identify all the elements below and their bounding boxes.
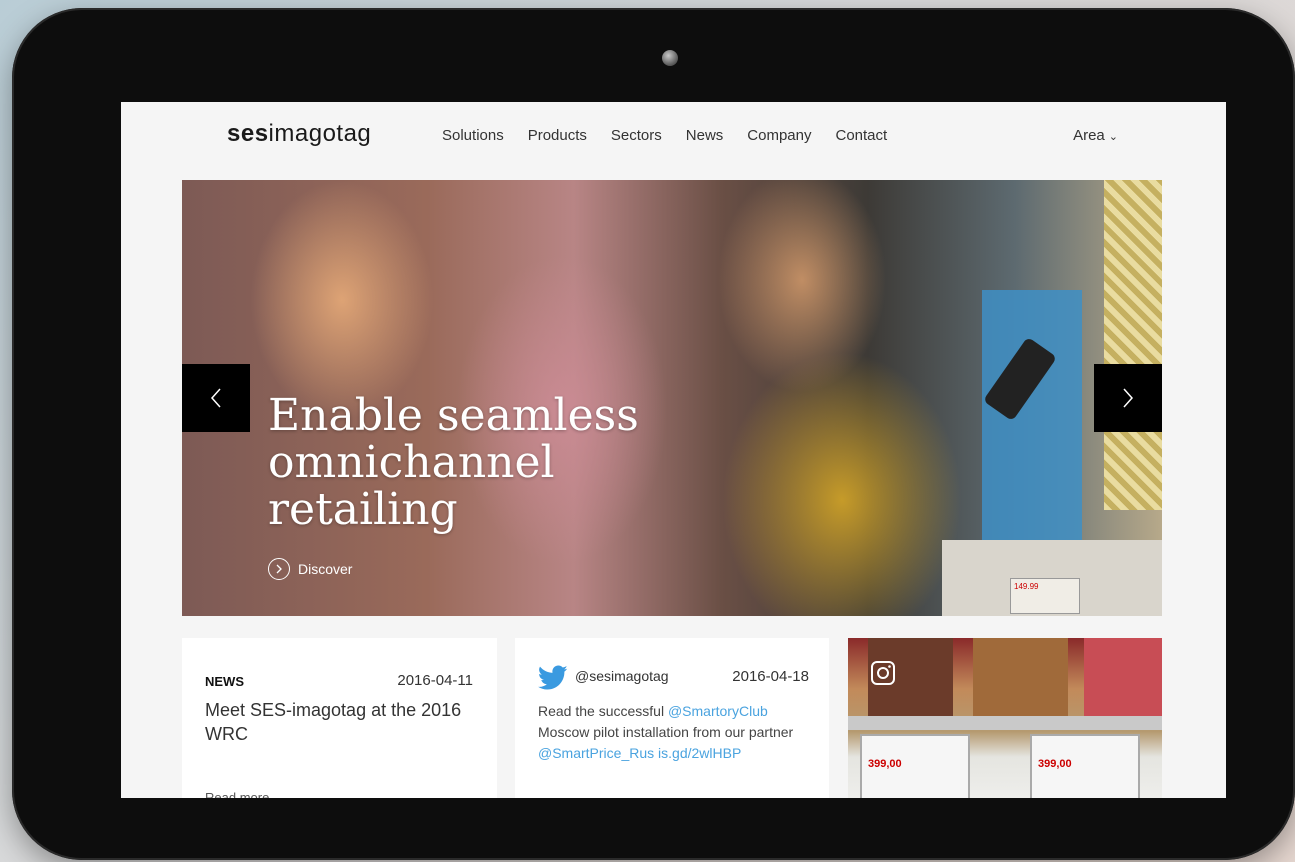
instagram-icon xyxy=(871,661,895,685)
hero-title: Enable seamless omnichannel retailing xyxy=(268,392,688,533)
hero-title-line: retailing xyxy=(268,484,458,535)
tweet-mention-link[interactable]: @SmartPrice_Rus xyxy=(538,745,654,761)
tweet-card: @sesimagotag 2016-04-18 Read the success… xyxy=(515,638,829,798)
discover-link[interactable]: Discover xyxy=(268,558,352,580)
hero-price-tag: 149.99 xyxy=(1010,578,1080,614)
nav-products[interactable]: Products xyxy=(528,127,587,144)
read-more-link[interactable]: Read more xyxy=(205,790,269,798)
shelf-rail xyxy=(848,716,1162,730)
chevron-down-icon: ⌄ xyxy=(1108,131,1118,143)
tweet-text: Moscow pilot installation from our partn… xyxy=(538,724,794,740)
hero-price: 149.99 xyxy=(1014,582,1039,591)
tablet-frame: sesimagotag Solutions Products Sectors N… xyxy=(12,8,1295,860)
chevron-right-icon xyxy=(1123,388,1134,408)
nav-solutions[interactable]: Solutions xyxy=(442,127,504,144)
camera-icon xyxy=(662,50,678,66)
area-selector[interactable]: Area ⌄ xyxy=(1073,127,1118,144)
product-box xyxy=(1084,638,1162,716)
tweet-date: 2016-04-18 xyxy=(732,668,809,685)
logo-bold-text: ses xyxy=(227,120,269,147)
news-card[interactable]: NEWS 2016-04-11 Meet SES-imagotag at the… xyxy=(182,638,497,798)
arrow-circle-icon xyxy=(268,558,290,580)
news-headline[interactable]: Meet SES-imagotag at the 2016 WRC xyxy=(205,698,480,746)
carousel-next-button[interactable] xyxy=(1094,364,1162,432)
tweet-mention-link[interactable]: @SmartoryClub xyxy=(668,703,768,719)
tweet-handle[interactable]: @sesimagotag xyxy=(575,668,669,684)
news-date: 2016-04-11 xyxy=(397,672,473,689)
shelf-label-price: 399,00 xyxy=(1038,758,1072,770)
hero-image-lattice xyxy=(1104,180,1162,510)
shelf-label-price: 399,00 xyxy=(868,758,902,770)
electronic-shelf-label: 399,00 xyxy=(860,734,970,798)
nav-contact[interactable]: Contact xyxy=(836,127,888,144)
area-label: Area xyxy=(1073,127,1105,144)
browser-screen: sesimagotag Solutions Products Sectors N… xyxy=(121,102,1226,798)
nav-company[interactable]: Company xyxy=(747,127,811,144)
hero-title-line: Enable seamless xyxy=(268,390,639,441)
site-header: sesimagotag Solutions Products Sectors N… xyxy=(121,102,1226,172)
nav-news[interactable]: News xyxy=(686,127,724,144)
tweet-url-link[interactable]: is.gd/2wlHBP xyxy=(654,745,741,761)
hero-image-shelf xyxy=(982,290,1082,540)
twitter-icon[interactable] xyxy=(538,665,568,691)
product-box xyxy=(973,638,1068,716)
electronic-shelf-label: 399,00 xyxy=(1030,734,1140,798)
nav-sectors[interactable]: Sectors xyxy=(611,127,662,144)
carousel-prev-button[interactable] xyxy=(182,364,250,432)
discover-label: Discover xyxy=(298,561,353,577)
tweet-text: Read the successful xyxy=(538,703,668,719)
chevron-left-icon xyxy=(210,388,221,408)
site-logo[interactable]: sesimagotag xyxy=(227,120,371,148)
logo-light-text: imagotag xyxy=(268,120,372,147)
hero-title-line: omnichannel xyxy=(268,437,555,488)
tweet-body: Read the successful @SmartoryClub Moscow… xyxy=(538,701,818,764)
instagram-card[interactable]: 399,00 399,00 xyxy=(848,638,1162,798)
news-label: NEWS xyxy=(205,674,244,689)
main-nav: Solutions Products Sectors News Company … xyxy=(442,127,911,144)
hero-carousel: 149.99 Enable seamless omnichannel retai… xyxy=(182,180,1162,616)
